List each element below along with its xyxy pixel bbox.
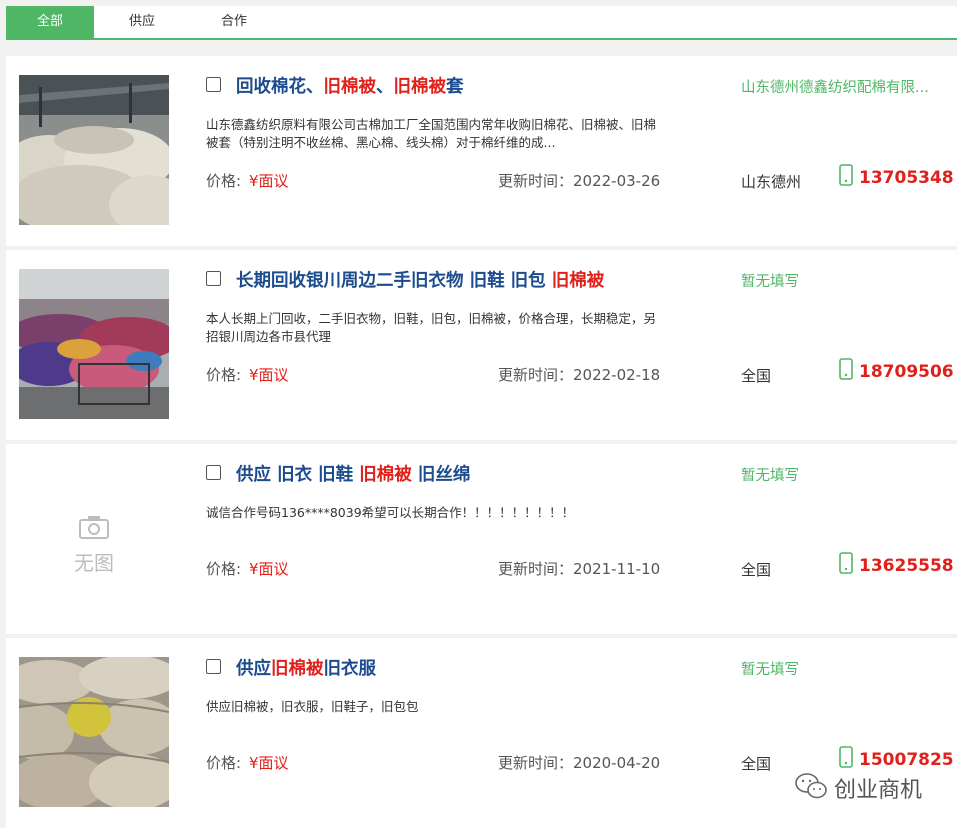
listing-image[interactable] — [19, 75, 169, 225]
listing-card: 无图 供应 旧衣 旧鞋 旧棉被 旧丝绵 诚信合作号码136****8039希望可… — [6, 444, 957, 634]
location: 全国 — [741, 561, 772, 579]
location: 全国 — [741, 755, 772, 773]
phone-icon — [839, 746, 853, 768]
select-checkbox[interactable] — [206, 77, 221, 92]
listing-title[interactable]: 长期回收银川周边二手旧衣物 旧鞋 旧包 旧棉被 — [236, 267, 604, 292]
tab-all[interactable]: 全部 — [6, 6, 94, 38]
phone-icon — [839, 552, 853, 574]
camera-icon — [79, 516, 109, 539]
company-name[interactable]: 山东德州德鑫纺织配棉有限... — [741, 76, 957, 97]
price-label: 价格: — [206, 172, 242, 190]
listing-title[interactable]: 回收棉花、旧棉被、旧棉被套 — [236, 73, 464, 98]
listing-card: 回收棉花、旧棉被、旧棉被套 山东德鑫纺织原料有限公司古棉加工厂全国范围内常年收购… — [6, 56, 957, 246]
update-time: 更新时间：2022-02-18 — [498, 366, 661, 384]
company-name[interactable]: 暂无填写 — [741, 270, 957, 291]
listing-image[interactable] — [19, 269, 169, 419]
location: 山东德州 — [741, 173, 802, 191]
listing-title[interactable]: 供应旧棉被旧衣服 — [236, 655, 376, 680]
price-value: ¥面议 — [249, 560, 289, 578]
listing-description: 本人长期上门回收，二手旧衣物，旧鞋，旧包，旧棉被，价格合理，长期稳定，另招银川周… — [206, 311, 657, 344]
price-label: 价格: — [206, 560, 242, 578]
company-name[interactable]: 暂无填写 — [741, 658, 957, 679]
price-label: 价格: — [206, 754, 242, 772]
phone-icon — [839, 164, 853, 186]
watermark-text: 创业商机 — [834, 778, 923, 803]
listing-description: 山东德鑫纺织原料有限公司古棉加工厂全国范围内常年收购旧棉花、旧棉被、旧棉被套（特… — [206, 117, 657, 150]
select-checkbox[interactable] — [206, 271, 221, 286]
update-time: 更新时间：2021-11-10 — [498, 560, 661, 578]
price-label: 价格: — [206, 366, 242, 384]
wechat-icon — [795, 773, 827, 799]
listing-card: 长期回收银川周边二手旧衣物 旧鞋 旧包 旧棉被 本人长期上门回收，二手旧衣物，旧… — [6, 250, 957, 440]
tab-bar: 全部 供应 合作 — [6, 6, 957, 40]
tab-cooperation[interactable]: 合作 — [198, 6, 270, 38]
price-value: ¥面议 — [249, 754, 289, 772]
phone-number[interactable]: 18709506 — [859, 362, 954, 382]
price-value: ¥面议 — [249, 172, 289, 190]
select-checkbox[interactable] — [206, 659, 221, 674]
listing-description: 诚信合作号码136****8039希望可以长期合作！！！！！！！！！ — [206, 505, 575, 520]
listing-description: 供应旧棉被，旧衣服，旧鞋子，旧包包 — [206, 699, 419, 714]
phone-icon — [839, 358, 853, 380]
no-image-label: 无图 — [74, 551, 114, 575]
location: 全国 — [741, 367, 772, 385]
no-image-placeholder: 无图 — [19, 463, 169, 613]
select-checkbox[interactable] — [206, 465, 221, 480]
price-value: ¥面议 — [249, 366, 289, 384]
phone-number[interactable]: 13625558 — [859, 556, 954, 576]
update-time: 更新时间：2022-03-26 — [498, 172, 661, 190]
update-time: 更新时间：2020-04-20 — [498, 754, 661, 772]
phone-number[interactable]: 13705348 — [859, 168, 954, 188]
listing-image[interactable] — [19, 657, 169, 807]
phone-number[interactable]: 15007825 — [859, 750, 954, 770]
company-name[interactable]: 暂无填写 — [741, 464, 957, 485]
tab-supply[interactable]: 供应 — [106, 6, 178, 38]
listing-title[interactable]: 供应 旧衣 旧鞋 旧棉被 旧丝绵 — [236, 461, 470, 486]
